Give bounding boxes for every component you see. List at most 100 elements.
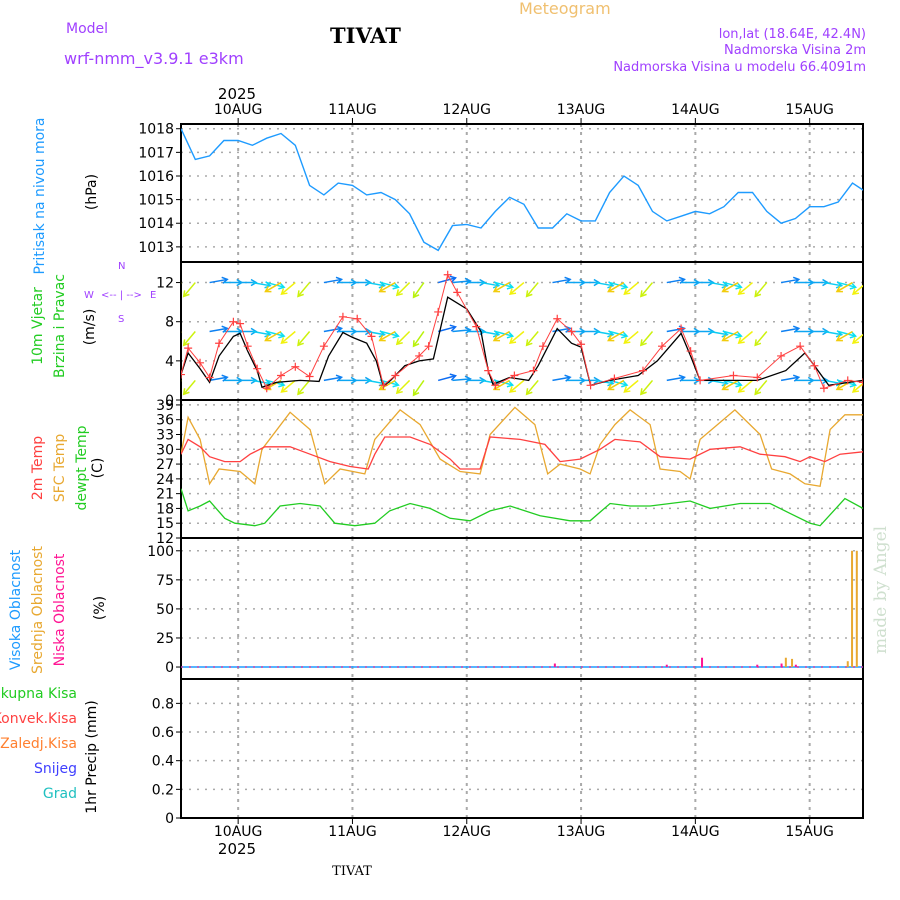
xtick-label-top: 13AUG [557,102,606,118]
precip-legend-item: Ukupna Kisa [0,686,77,702]
ytick-label-cloud: 75 [156,573,174,589]
pressure-line [181,128,863,252]
wind-arrow [640,282,654,297]
ytick-label-pressure: 1016 [138,169,174,185]
ytick-label-wind: 4 [165,354,174,370]
precip-legend-item: Konvek.Kisa [0,711,77,727]
wind-unit: (m/s) [82,309,98,346]
ytick-label-cloud: 0 [165,660,174,676]
dewpt-line [181,488,863,527]
precip-legend: Ukupna Kisa Konvek.Kisa Zaledj.Kisa Snijeg G… [0,686,77,802]
station-title: TIVAT [330,23,401,48]
mid-cloud-bar [855,550,858,668]
low-cloud-bar [794,664,797,668]
wind-arrow [396,330,411,345]
wind-arrow-head [167,386,173,392]
model-name: wrf-nmm_v3.9.1 e3km [64,49,244,69]
mid-cloud-bar [851,550,854,668]
wind-sublabel: Brzina i Pravac [52,274,68,378]
high-cloud-label: Visoka Oblacnost [8,549,24,670]
ytick-label-pressure: 1015 [138,193,174,209]
xtick-label-top: 10AUG [214,102,263,118]
ytick-label-temperature: 18 [156,501,174,517]
wind-arrow [738,330,753,344]
meteogram: Meteogram Model wrf-nmm_v3.9.1 e3km TIVA… [0,0,900,900]
wind-arrow [183,379,196,395]
xtick-label-bottom: 13AUG [557,824,606,840]
ytick-label-temperature: 15 [156,516,174,532]
gust-marker [443,270,452,279]
gust-marker [229,317,238,326]
wind-arrow [640,331,654,346]
wind-arrow [297,379,311,395]
xtick-label-bottom: 14AUG [671,824,720,840]
gust-marker [434,307,443,316]
ytick-label-precip: 0.2 [152,782,174,798]
low-cloud-label: Niska Oblacnost [52,553,68,666]
data-layer [167,128,863,668]
wind-arrow [181,380,182,382]
gust-marker [215,339,224,348]
ytick-label-cloud: 25 [156,631,174,647]
ytick-label-wind: 12 [156,276,174,292]
wind-arrow [852,333,863,344]
wind-arrow [640,379,654,395]
lonlat: lon,lat (18.64E, 42.4N) [719,27,866,42]
elevation: Nadmorska Visina 2m [724,43,866,58]
xtick-label-top: 14AUG [671,102,720,118]
ytick-label-temperature: 33 [156,428,174,444]
wind-arrow [526,331,539,346]
gust-marker [338,312,347,321]
plots: 1013101410151016101710180481212151821242… [138,102,864,840]
year-bottom: 2025 [218,840,256,858]
ytick-label-pressure: 1013 [138,240,174,256]
wind-arrow [526,379,539,395]
dewpt-label: dewpt Temp [74,425,90,510]
compass-e: E [150,290,156,301]
gust-marker [796,342,805,351]
wind-arrow-head [167,337,173,343]
ytick-label-precip: 0.6 [152,725,174,741]
low-cloud-bar [553,663,556,668]
ytick-label-wind: 8 [165,315,174,331]
wind-arrow [509,379,525,393]
ytick-label-precip: 0.4 [152,754,174,770]
low-cloud-bar [756,664,759,668]
xtick-label-bottom: 15AUG [785,824,834,840]
chart-title: Meteogram [519,0,611,18]
panel-frame-pressure [180,123,864,263]
model-elevation: Nadmorska Visina u modelu 66.4091m [613,60,866,75]
ytick-label-cloud: 100 [147,544,174,560]
pressure-unit: (hPa) [84,174,100,210]
gust-marker [319,342,328,351]
mid-cloud-bar [791,658,794,668]
wind-arrow [183,282,196,297]
model-label: Model [66,21,108,37]
wind-arrow [509,330,525,344]
temp2m-label: 2m Temp [30,436,46,500]
xtick-label-bottom: 11AUG [328,824,377,840]
gust-marker [729,371,738,380]
pressure-label: Pritisak na nivou mora [32,117,48,274]
mid-cloud-label: Srednja Oblacnost [30,546,46,674]
wind-arrow [281,281,296,295]
wind-arrow [297,331,311,346]
ytick-label-pressure: 1018 [138,122,174,138]
wind-arrow [754,282,768,297]
wind-arrow [183,331,196,346]
gust-marker [696,376,705,385]
mid-cloud-bar [846,661,849,668]
precip-legend-item: Grad [43,786,77,802]
mid-cloud-bar [784,657,787,668]
gust-marker [586,381,595,390]
gust-marker [181,370,185,379]
ytick-label-temperature: 30 [156,442,174,458]
wind-arrow [526,282,539,297]
wind-arrow [852,284,863,295]
meteogram-canvas: Meteogram Model wrf-nmm_v3.9.1 e3km TIVA… [0,0,891,879]
compass-arrows: <-- | --> [101,290,142,301]
compass-n: N [118,261,125,272]
ytick-label-precip: 0 [165,811,174,827]
compass-w: W [84,290,94,301]
wind-arrow [623,281,639,295]
